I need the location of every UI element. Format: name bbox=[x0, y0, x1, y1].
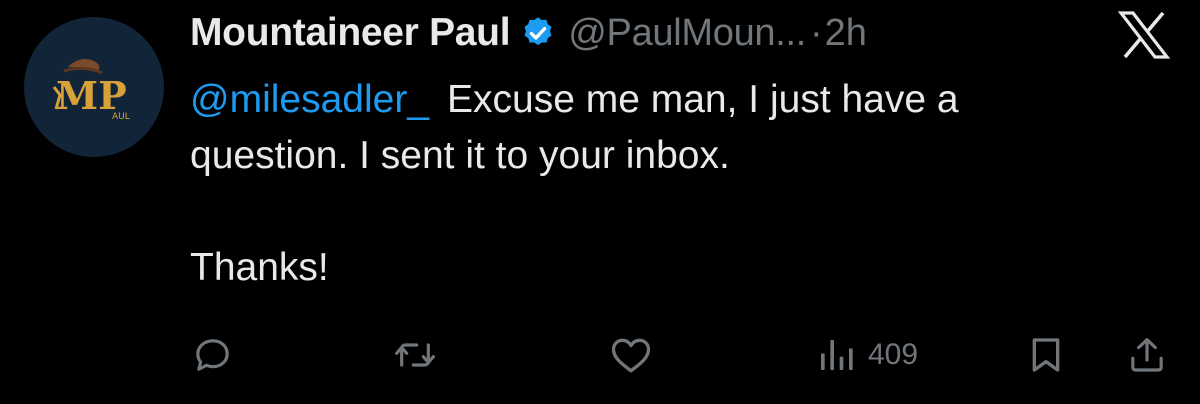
views-button[interactable]: 409 bbox=[816, 330, 918, 380]
retweet-icon bbox=[393, 335, 437, 375]
avatar[interactable]: MP AUL bbox=[24, 17, 164, 157]
tweet-line-1: @milesadler_ Excuse me man, I just have a bbox=[190, 72, 1150, 128]
retweet-button[interactable] bbox=[393, 330, 437, 380]
bookmark-icon bbox=[1028, 335, 1064, 375]
mention-link[interactable]: @milesadler_ bbox=[190, 78, 429, 121]
tweet-text: @milesadler_ Excuse me man, I just have a… bbox=[190, 72, 1150, 296]
action-bar: 409 bbox=[0, 330, 1200, 380]
tweet-header: Mountaineer Paul @PaulMoun... · 2h bbox=[190, 8, 867, 58]
reply-icon bbox=[193, 335, 233, 375]
avatar-sublabel: AUL bbox=[112, 112, 130, 122]
author-name[interactable]: Mountaineer Paul bbox=[190, 11, 511, 55]
author-handle[interactable]: @PaulMoun... bbox=[568, 12, 806, 55]
x-logo-icon[interactable] bbox=[1117, 10, 1171, 60]
verified-badge-icon bbox=[520, 15, 556, 51]
tweet-text-line-3: Thanks! bbox=[190, 246, 329, 289]
share-icon bbox=[1127, 335, 1167, 375]
tweet-timestamp[interactable]: 2h bbox=[825, 12, 867, 55]
share-button[interactable] bbox=[1127, 330, 1167, 380]
tweet-text-line-1: Excuse me man, I just have a bbox=[447, 78, 959, 121]
views-count: 409 bbox=[868, 338, 919, 371]
bookmark-button[interactable] bbox=[1028, 330, 1064, 380]
separator-dot: · bbox=[810, 11, 823, 54]
views-icon bbox=[816, 335, 856, 375]
avatar-logo: MP AUL bbox=[24, 17, 164, 157]
heart-icon bbox=[610, 335, 652, 375]
tweet-text-line-2: question. I sent it to your inbox. bbox=[190, 134, 730, 177]
reply-button[interactable] bbox=[193, 330, 233, 380]
like-button[interactable] bbox=[610, 330, 652, 380]
